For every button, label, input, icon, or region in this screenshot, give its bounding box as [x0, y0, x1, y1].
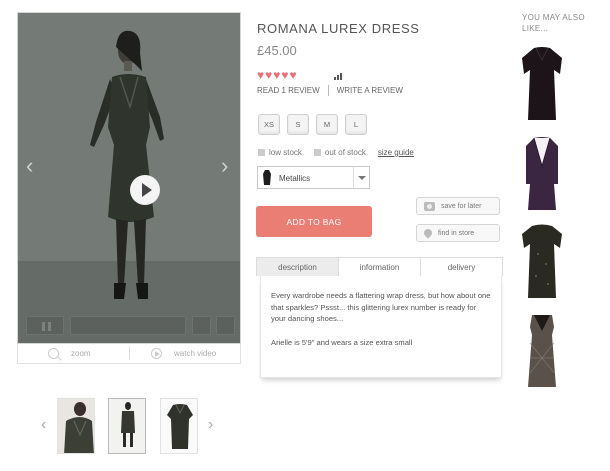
product-tabs: description information delivery — [256, 257, 503, 276]
zoom-button[interactable]: zoom — [48, 348, 91, 359]
divider — [327, 85, 329, 96]
size-button-xs[interactable]: XS — [258, 114, 280, 135]
size-guide-link[interactable]: size guide — [378, 148, 414, 157]
save-for-later-label: save for later — [441, 202, 482, 210]
video-controls — [24, 314, 236, 336]
out-of-stock-swatch — [313, 149, 321, 156]
colour-selected-value: Metallics — [279, 174, 311, 183]
size-button-l[interactable]: L — [345, 114, 367, 135]
find-in-store-label: find in store — [438, 229, 475, 237]
product-video-player[interactable]: ‹ › — [17, 12, 241, 344]
media-tools-bar: zoom watch video — [17, 344, 241, 364]
out-of-stock-label: out of stock — [324, 148, 366, 157]
colour-swatch-icon — [263, 170, 271, 185]
thumbnail-flat-image — [161, 399, 197, 453]
out-of-stock-legend: out of stock — [313, 148, 366, 157]
heart-star-icon: ♥ — [265, 68, 273, 82]
play-circle-icon — [151, 348, 162, 359]
description-panel: Every wardrobe needs a flattering wrap d… — [260, 276, 502, 378]
description-text: Every wardrobe needs a flattering wrap d… — [271, 291, 491, 323]
thumbnail-image[interactable] — [57, 398, 95, 454]
heart-star-icon: ♥ — [257, 68, 265, 82]
colour-dropdown[interactable]: Metallics — [257, 166, 370, 189]
model-info-text: Arielle is 5'9" and wears a size extra s… — [271, 337, 413, 347]
black-sparkle-dress-image — [522, 224, 562, 298]
purple-v-back-dress-image — [526, 137, 558, 210]
watch-video-label: watch video — [174, 349, 217, 358]
find-in-store-button[interactable]: find in store — [416, 224, 500, 242]
camera-icon — [424, 201, 435, 211]
review-links: READ 1 REVIEW WRITE A REVIEW — [257, 85, 403, 96]
chevron-down-icon — [358, 176, 366, 180]
size-button-m[interactable]: M — [316, 114, 338, 135]
thumbnail-image[interactable] — [160, 398, 198, 454]
thumbnail-next-arrow-icon[interactable]: › — [208, 416, 213, 434]
heart-star-icon: ♥ — [273, 68, 281, 82]
read-reviews-link[interactable]: READ 1 REVIEW — [257, 86, 320, 95]
tab-description[interactable]: description — [257, 258, 339, 276]
fullscreen-button[interactable] — [216, 316, 235, 335]
write-review-link[interactable]: WRITE A REVIEW — [337, 86, 403, 95]
recommendation-item[interactable] — [518, 46, 566, 122]
play-video-button[interactable] — [130, 175, 160, 205]
recommendation-item[interactable] — [518, 224, 566, 300]
divider — [353, 167, 354, 188]
next-image-arrow-icon[interactable]: › — [221, 153, 228, 179]
low-stock-swatch — [258, 149, 265, 156]
thumbnail-prev-arrow-icon[interactable]: ‹ — [41, 416, 46, 434]
lace-overlay-dress-image — [528, 315, 556, 387]
thumbnail-full-image — [109, 399, 145, 453]
black-wrap-dress-image — [522, 47, 562, 120]
product-title: ROMANA LUREX DRESS — [257, 21, 420, 36]
pause-button[interactable] — [26, 316, 64, 335]
model-image — [90, 30, 164, 299]
heart-star-icon: ♥ — [281, 68, 289, 82]
save-for-later-button[interactable]: save for later — [416, 197, 500, 215]
low-stock-label: low stock — [269, 148, 302, 157]
prev-image-arrow-icon[interactable]: ‹ — [26, 153, 33, 179]
recommendation-item[interactable] — [518, 313, 566, 389]
size-selector: XS S M L — [258, 114, 367, 135]
zoom-label: zoom — [71, 349, 91, 358]
heart-star-icon: ♥ — [289, 68, 297, 82]
size-button-s[interactable]: S — [287, 114, 309, 135]
thumbnail-image-selected[interactable] — [108, 398, 146, 454]
tab-information[interactable]: information — [339, 258, 421, 276]
rating-stars[interactable]: ♥ ♥ ♥ ♥ ♥ — [257, 69, 297, 81]
location-pin-icon — [422, 227, 434, 239]
add-to-bag-button[interactable]: ADD TO BAG — [256, 206, 372, 237]
video-progress-track[interactable] — [70, 316, 186, 335]
recommendation-item[interactable] — [518, 136, 566, 212]
watch-video-button[interactable]: watch video — [151, 348, 216, 359]
rating-breakdown-icon[interactable] — [334, 73, 342, 80]
volume-button[interactable] — [192, 316, 211, 335]
tab-delivery[interactable]: delivery — [421, 258, 502, 276]
divider — [129, 347, 130, 360]
low-stock-legend: low stock — [258, 148, 302, 157]
thumbnail-closeup-image — [58, 399, 94, 453]
stock-legend: low stock out of stock size guide — [258, 148, 414, 157]
magnifier-icon — [48, 348, 59, 359]
recommendations-title: YOU MAY ALSO LIKE... — [522, 13, 585, 33]
product-price: £45.00 — [257, 43, 297, 58]
